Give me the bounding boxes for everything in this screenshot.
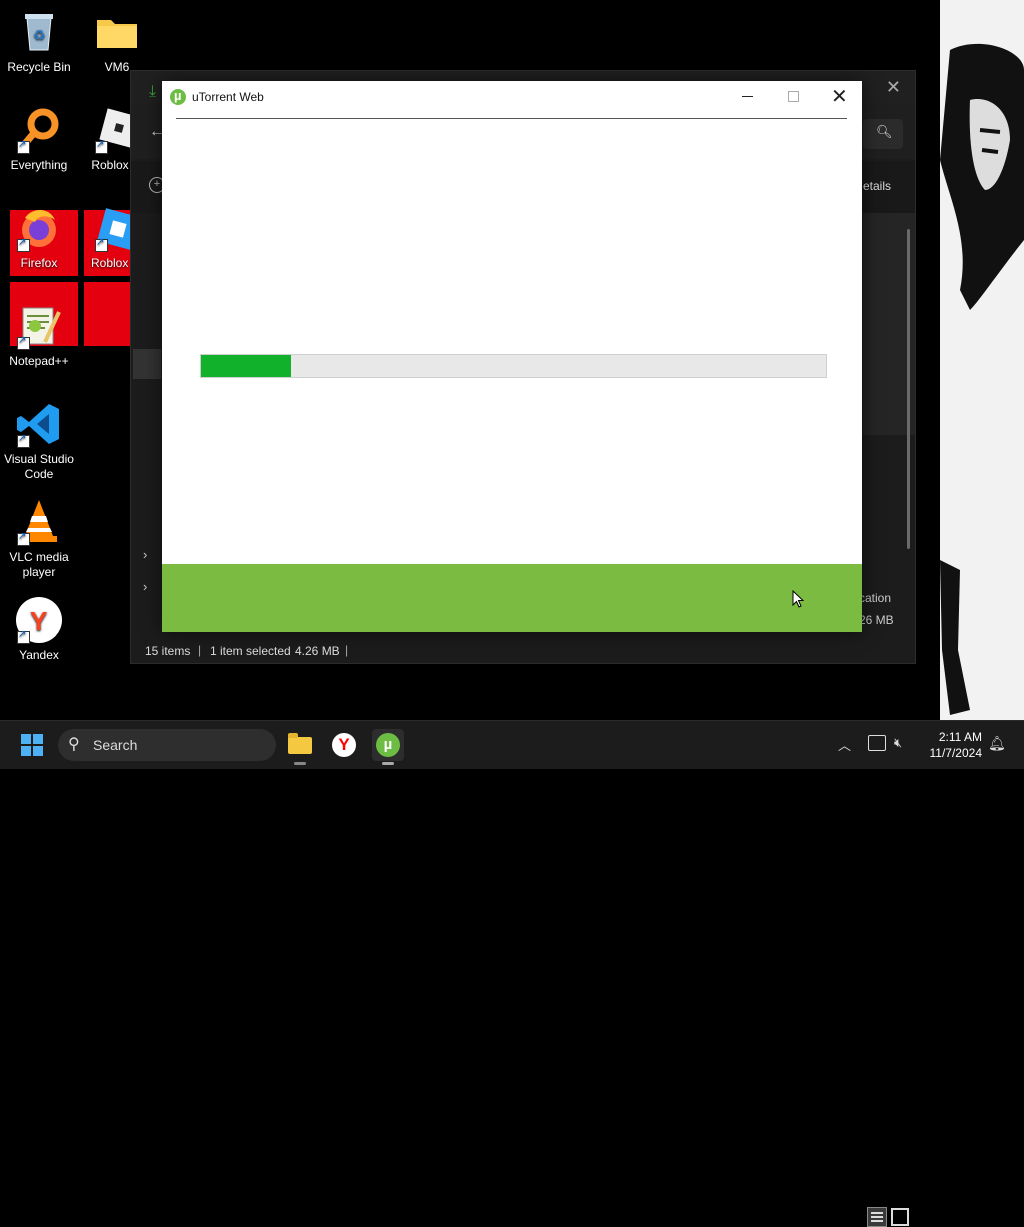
desktop-icon-everything[interactable]: Everything bbox=[0, 106, 78, 173]
chevron-right-icon[interactable]: › bbox=[143, 547, 147, 562]
chevron-right-icon[interactable]: › bbox=[143, 579, 147, 594]
shortcut-arrow-icon bbox=[17, 237, 30, 252]
mouse-cursor-icon bbox=[792, 590, 804, 608]
running-indicator bbox=[382, 762, 394, 765]
wallpaper-figure bbox=[940, 0, 1024, 720]
desktop-icon-vscode[interactable]: Visual Studio Code bbox=[0, 400, 78, 482]
progress-fill bbox=[201, 355, 291, 377]
selection-size: 4.26 MB bbox=[295, 644, 340, 658]
search-icon: 🔍︎ bbox=[876, 124, 893, 139]
utorrent-footer-band bbox=[162, 564, 862, 632]
desktop-icon-notepad-plus-plus[interactable]: Notepad++ bbox=[0, 302, 78, 369]
desktop-icon-label: Visual Studio Code bbox=[4, 452, 74, 481]
folder-icon bbox=[288, 733, 312, 754]
clock-time: 2:11 AM bbox=[938, 730, 982, 744]
network-icon[interactable] bbox=[868, 735, 886, 751]
notepad-plus-plus-icon bbox=[15, 302, 63, 350]
volume-muted-icon[interactable]: 🔇︎ bbox=[894, 735, 902, 751]
selection-highlight bbox=[84, 282, 130, 346]
desktop-icon-label: Everything bbox=[10, 158, 68, 172]
utorrent-icon: µ bbox=[376, 733, 400, 757]
shortcut-arrow-icon bbox=[17, 335, 30, 350]
loading-progress-bar bbox=[200, 354, 827, 378]
status-separator: | bbox=[198, 643, 202, 657]
show-hidden-icons-chevron-icon[interactable]: ︿ bbox=[838, 735, 851, 754]
shortcut-arrow-icon bbox=[17, 531, 30, 546]
search-placeholder: Search bbox=[93, 737, 138, 753]
shortcut-arrow-icon bbox=[17, 433, 30, 448]
desktop-icon-vlc[interactable]: VLC media player bbox=[0, 498, 78, 580]
svg-text:♻: ♻ bbox=[33, 27, 46, 43]
desktop-icon-label: Firefox bbox=[20, 256, 58, 270]
taskbar-file-explorer[interactable] bbox=[284, 729, 316, 765]
vscode-icon bbox=[15, 400, 63, 448]
notifications-bell-icon[interactable]: 🔔︎ bbox=[988, 735, 1006, 752]
clock-date: 11/7/2024 bbox=[929, 746, 983, 760]
taskbar-yandex[interactable]: Y bbox=[328, 729, 360, 761]
size-cell: 26 MB bbox=[859, 613, 894, 627]
desktop-icon-label: Recycle Bin bbox=[7, 60, 71, 74]
item-count: 15 items bbox=[145, 644, 191, 658]
magnifier-icon bbox=[15, 106, 63, 154]
shortcut-arrow-icon bbox=[95, 237, 108, 252]
svg-text:Y: Y bbox=[30, 606, 47, 636]
explorer-nav-pane bbox=[131, 213, 164, 633]
yandex-icon: Y bbox=[332, 733, 356, 757]
desktop-icon-label: Yandex bbox=[19, 648, 59, 662]
folder-icon bbox=[93, 8, 141, 56]
minimize-icon[interactable] bbox=[742, 96, 753, 97]
yandex-icon: Y bbox=[15, 596, 63, 644]
download-icon: ⤓ bbox=[149, 83, 157, 100]
explorer-status-bar: 15 items | 1 item selected 4.26 MB | bbox=[131, 637, 915, 1227]
desktop-icon-recycle-bin[interactable]: ♻ Recycle Bin bbox=[0, 8, 78, 75]
explorer-search-button[interactable]: 🔍︎ bbox=[863, 119, 903, 149]
search-icon: ⚲ bbox=[68, 736, 80, 753]
window-title: uTorrent Web bbox=[192, 90, 264, 104]
taskbar-clock[interactable]: 2:11 AM 11/7/2024 bbox=[920, 729, 983, 761]
shortcut-arrow-icon bbox=[17, 139, 30, 154]
desktop-icon-label: VLC media player bbox=[9, 550, 69, 579]
utorrent-window[interactable]: uTorrent Web ✕ bbox=[162, 81, 862, 632]
shortcut-arrow-icon bbox=[95, 139, 108, 154]
wallpaper-gun bbox=[940, 560, 970, 715]
utorrent-logo-icon bbox=[170, 88, 186, 105]
firefox-icon bbox=[15, 204, 63, 252]
close-icon[interactable]: ✕ bbox=[886, 77, 901, 98]
scrollbar[interactable] bbox=[907, 229, 910, 549]
details-button[interactable]: etails bbox=[863, 179, 891, 193]
recycle-bin-icon: ♻ bbox=[15, 8, 63, 56]
maximize-icon[interactable] bbox=[788, 91, 799, 102]
status-separator: | bbox=[345, 643, 349, 657]
shortcut-arrow-icon bbox=[17, 629, 30, 644]
divider bbox=[176, 118, 847, 119]
desktop-icon-firefox[interactable]: Firefox bbox=[0, 204, 78, 271]
start-windows-icon[interactable] bbox=[21, 734, 43, 756]
taskbar-search-box[interactable]: ⚲ Search bbox=[58, 729, 276, 761]
vlc-cone-icon bbox=[15, 498, 63, 546]
details-view-icon[interactable] bbox=[867, 1207, 887, 1227]
wallpaper-portrait bbox=[940, 43, 1024, 310]
desktop-icon-label: Notepad++ bbox=[9, 354, 69, 368]
column-location-header: cation bbox=[859, 591, 892, 605]
utorrent-titlebar[interactable]: uTorrent Web ✕ bbox=[162, 81, 862, 113]
taskbar: ⚲ Search Y µ ︿ 🔇︎ 2:11 AM 11/7/2024 🔔︎ bbox=[0, 720, 1024, 769]
taskbar-utorrent[interactable]: µ bbox=[372, 729, 404, 765]
running-indicator bbox=[294, 762, 306, 765]
close-icon[interactable]: ✕ bbox=[831, 84, 848, 109]
desktop-icon-yandex[interactable]: Y Yandex bbox=[0, 596, 78, 663]
selection-count: 1 item selected bbox=[210, 644, 291, 658]
nav-selected-item[interactable] bbox=[133, 349, 161, 379]
tiles-view-icon[interactable] bbox=[891, 1208, 909, 1226]
desktop-icon-vm6[interactable]: VM6 bbox=[78, 8, 156, 75]
